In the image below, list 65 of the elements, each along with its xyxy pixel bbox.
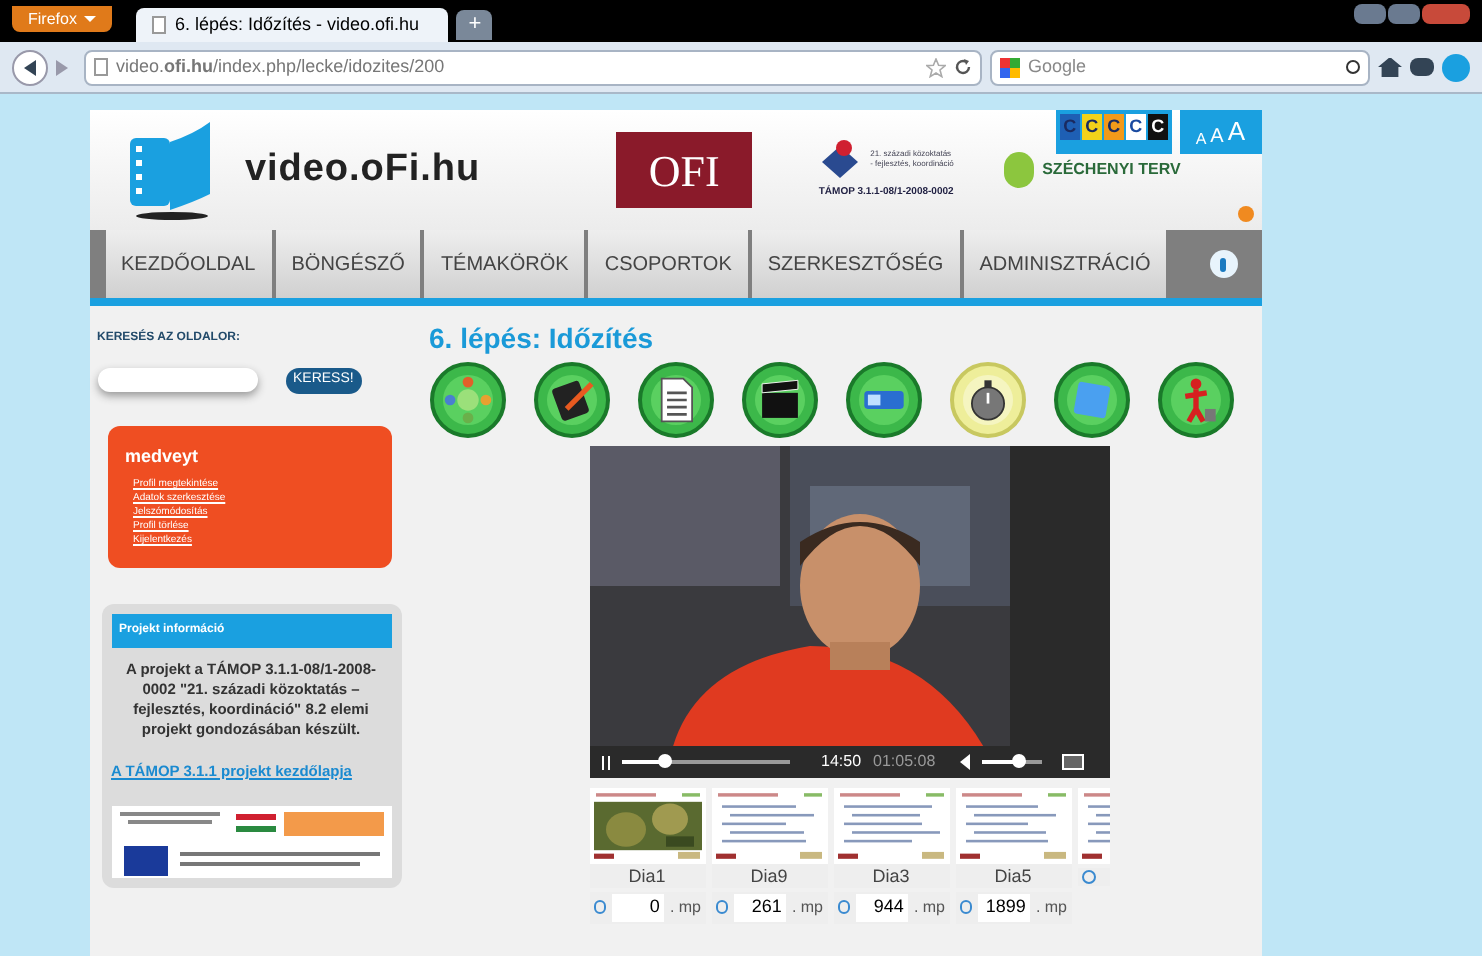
szechenyi-logo-icon bbox=[1004, 152, 1035, 188]
unit-label: . mp bbox=[791, 895, 823, 920]
unit-label: . mp bbox=[1035, 895, 1067, 920]
fullscreen-icon[interactable] bbox=[1061, 754, 1084, 770]
page-icon bbox=[152, 16, 167, 34]
minimize-icon[interactable] bbox=[1354, 4, 1386, 24]
step-button[interactable] bbox=[949, 362, 1025, 438]
szechenyi-text: SZÉCHENYI TERV bbox=[1042, 158, 1181, 182]
nav-tab[interactable]: BÖNGÉSZŐ bbox=[275, 230, 421, 298]
pause-icon[interactable] bbox=[601, 755, 609, 769]
current-time: 14:50 bbox=[821, 750, 862, 774]
page-title: 6. lépés: Időzítés bbox=[429, 320, 656, 358]
search-field[interactable]: Google bbox=[990, 49, 1370, 85]
star-icon[interactable] bbox=[926, 57, 946, 77]
slide-label: Dia1 bbox=[626, 864, 668, 888]
duration: 01:05:08 bbox=[873, 750, 936, 774]
contrast-button[interactable]: C bbox=[1103, 114, 1124, 140]
slide-label: Dia3 bbox=[870, 864, 912, 888]
search-icon[interactable] bbox=[1346, 60, 1360, 74]
nav-tab[interactable]: TÉMAKÖRÖK bbox=[424, 230, 585, 298]
contrast-button[interactable]: C bbox=[1081, 114, 1102, 140]
reload-icon[interactable] bbox=[954, 58, 972, 76]
zoom-icon[interactable] bbox=[959, 900, 973, 915]
unit-label: . mp bbox=[669, 895, 701, 920]
seconds-field[interactable]: 261 bbox=[734, 894, 786, 921]
seconds-field[interactable]: 0 bbox=[612, 894, 664, 921]
pin-logo-icon bbox=[818, 138, 863, 179]
nav-tab[interactable]: ADMINISZTRÁCIÓ bbox=[963, 230, 1167, 298]
slide-label: Dia5 bbox=[992, 864, 1034, 888]
speaker-icon[interactable] bbox=[959, 754, 970, 770]
home-icon[interactable] bbox=[1378, 57, 1402, 77]
user-name: medveyt bbox=[125, 443, 201, 470]
ofi-logo: OFI bbox=[616, 132, 753, 208]
seconds-field[interactable]: 1899 bbox=[978, 894, 1030, 921]
step-button[interactable] bbox=[741, 362, 817, 438]
zoom-icon[interactable] bbox=[837, 900, 851, 915]
back-button[interactable] bbox=[12, 49, 48, 85]
screen-icon[interactable] bbox=[1410, 58, 1434, 76]
google-icon bbox=[1000, 57, 1020, 77]
unit-label: . mp bbox=[913, 895, 945, 920]
nav-tab[interactable]: KEZDŐOLDAL bbox=[105, 230, 272, 298]
step-button[interactable] bbox=[533, 362, 609, 438]
address-bar[interactable]: video.ofi.hu/index.php/lecke/idozites/200 bbox=[84, 49, 982, 85]
contrast-button[interactable]: C bbox=[1125, 114, 1146, 140]
page-icon bbox=[94, 58, 108, 76]
volume-handle[interactable] bbox=[1011, 754, 1026, 768]
zoom-icon[interactable] bbox=[593, 900, 607, 915]
nav-tab[interactable]: CSOPORTOK bbox=[588, 230, 748, 298]
slide-label: Dia9 bbox=[748, 864, 790, 888]
contrast-button[interactable]: C bbox=[1147, 114, 1168, 140]
zoom-icon[interactable] bbox=[1081, 870, 1095, 884]
browser-tab[interactable]: 6. lépés: Időzítés - video.ofi.hu bbox=[136, 8, 449, 42]
zoom-icon[interactable] bbox=[715, 900, 729, 915]
seconds-field[interactable]: 944 bbox=[856, 894, 908, 921]
step-button[interactable] bbox=[637, 362, 713, 438]
help-icon[interactable] bbox=[1209, 250, 1237, 278]
close-icon[interactable] bbox=[1422, 4, 1470, 24]
url-text: video.ofi.hu/index.php/lecke/idozites/200 bbox=[116, 53, 445, 80]
maximize-icon[interactable] bbox=[1388, 4, 1420, 24]
new-tab-button[interactable]: + bbox=[456, 10, 493, 40]
seek-handle[interactable] bbox=[657, 754, 671, 768]
site-search-field[interactable] bbox=[97, 368, 257, 393]
nav-tab[interactable]: SZERKESZTŐSÉG bbox=[751, 230, 960, 298]
caret-icon bbox=[84, 16, 97, 22]
site-name: video.oFi.hu bbox=[245, 145, 481, 194]
